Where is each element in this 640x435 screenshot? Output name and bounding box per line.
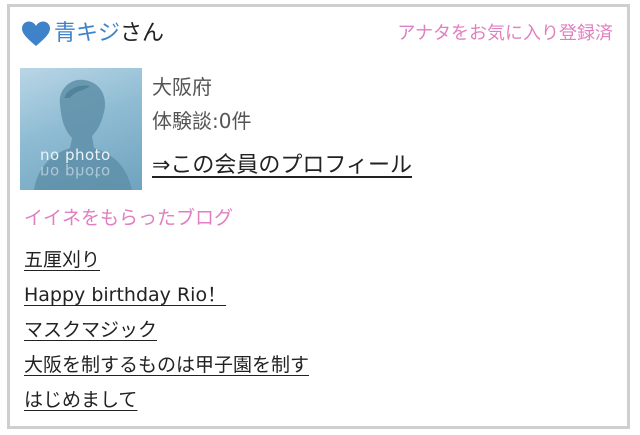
blog-link[interactable]: 大阪を制するものは甲子園を制す: [24, 354, 309, 376]
liked-blogs-title: イイネをもらったブログ: [24, 207, 234, 229]
profile-link[interactable]: ⇒この会員のプロフィール: [152, 151, 412, 181]
username-link[interactable]: 青キジ: [54, 21, 120, 46]
stories-count: 体験談:0件: [152, 109, 252, 133]
honorific-suffix: さん: [120, 21, 165, 46]
blog-link[interactable]: はじめまして: [24, 389, 137, 411]
liked-blogs-list: 五厘刈り Happy birthday Rio！ マスクマジック 大阪を制するも…: [24, 247, 309, 422]
list-item: マスクマジック: [24, 317, 309, 352]
member-info: 大阪府 体験談:0件: [152, 73, 251, 135]
prefecture-label: 大阪府: [152, 75, 212, 99]
blog-link[interactable]: マスクマジック: [24, 319, 157, 341]
blog-link[interactable]: Happy birthday Rio！: [24, 284, 226, 306]
blog-link[interactable]: 五厘刈り: [24, 249, 100, 271]
member-header: 青キジさん アナタをお気に入り登録済: [22, 17, 617, 51]
favorite-status-label: アナタをお気に入り登録済: [397, 23, 613, 44]
list-item: Happy birthday Rio！: [24, 282, 309, 317]
avatar[interactable]: no photo no photo: [20, 68, 142, 190]
list-item: はじめまして: [24, 387, 309, 422]
member-card: 青キジさん アナタをお気に入り登録済 no photo no photo 大阪府…: [7, 4, 630, 429]
list-item: 大阪を制するものは甲子園を制す: [24, 352, 309, 387]
heart-icon[interactable]: [22, 21, 50, 47]
no-photo-label: no photo: [40, 146, 111, 164]
no-photo-reflection: no photo: [40, 163, 111, 181]
list-item: 五厘刈り: [24, 247, 309, 282]
member-name: 青キジさん: [54, 19, 164, 49]
